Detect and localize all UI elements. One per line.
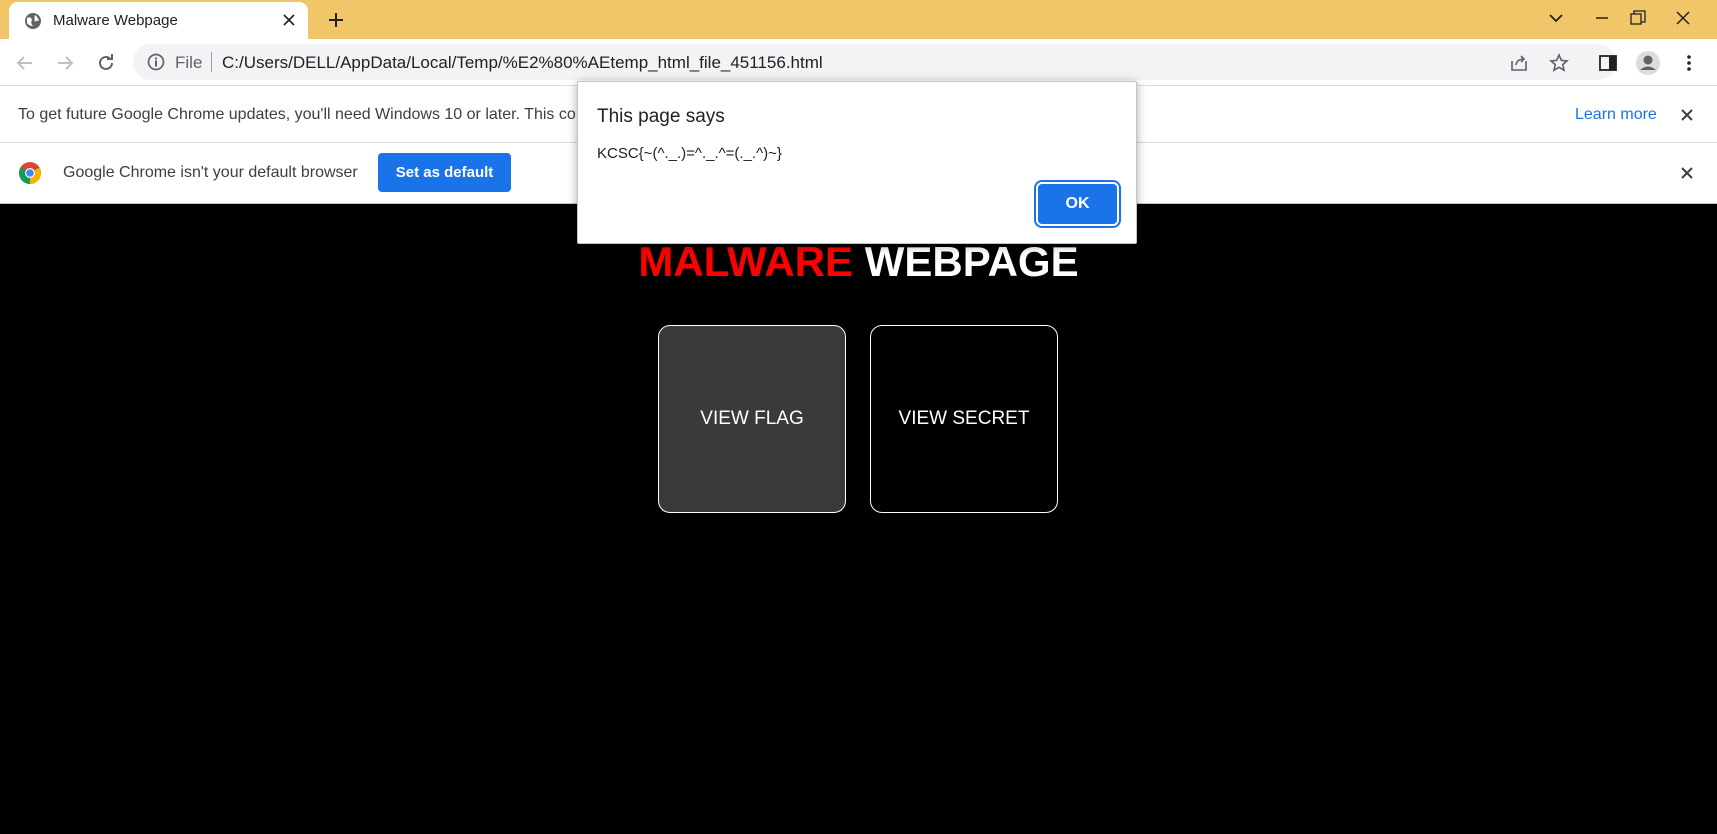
tab-title: Malware Webpage xyxy=(53,12,178,29)
forward-icon[interactable] xyxy=(51,49,79,77)
restore-icon[interactable] xyxy=(1615,0,1661,36)
update-message: To get future Google Chrome updates, you… xyxy=(18,106,576,123)
tab-malware-webpage[interactable]: Malware Webpage xyxy=(9,2,308,39)
view-secret-button[interactable]: VIEW SECRET xyxy=(870,325,1058,513)
title-red-word: MALWARE xyxy=(638,238,854,285)
tab-strip: Malware Webpage xyxy=(0,0,1717,39)
title-white-word: WEBPAGE xyxy=(864,238,1079,285)
star-icon[interactable] xyxy=(1545,49,1573,77)
set-as-default-button[interactable]: Set as default xyxy=(378,153,511,192)
dialog-message: KCSC{~(^._.)=^._.^=(._.^)~} xyxy=(597,145,782,162)
side-panel-icon[interactable] xyxy=(1594,49,1622,77)
back-icon[interactable] xyxy=(11,49,39,77)
chevron-down-icon[interactable] xyxy=(1533,0,1579,36)
browser-window: Malware Webpage File C:/Users/DELL/AppDa… xyxy=(0,0,1717,834)
url-text[interactable]: C:/Users/DELL/AppData/Local/Temp/%E2%80%… xyxy=(222,53,823,73)
share-icon[interactable] xyxy=(1505,49,1533,77)
ok-button[interactable]: OK xyxy=(1038,184,1117,224)
alert-dialog: This page says KCSC{~(^._.)=^._.^=(._.^)… xyxy=(577,81,1137,244)
scheme-label: File xyxy=(175,53,203,72)
info-icon[interactable] xyxy=(146,52,166,72)
close-window-icon[interactable] xyxy=(1660,0,1706,36)
close-icon[interactable] xyxy=(1676,162,1698,184)
page-title: MALWARE WEBPAGE xyxy=(0,238,1717,286)
plus-icon[interactable] xyxy=(323,7,349,33)
menu-icon[interactable] xyxy=(1675,49,1703,77)
chrome-logo-icon xyxy=(19,162,41,184)
learn-more-link[interactable]: Learn more xyxy=(1575,106,1657,124)
close-icon[interactable] xyxy=(1676,104,1698,126)
reload-icon[interactable] xyxy=(92,49,120,77)
globe-icon xyxy=(25,13,41,29)
profile-icon[interactable] xyxy=(1634,49,1662,77)
view-flag-button[interactable]: VIEW FLAG xyxy=(658,325,846,513)
separator xyxy=(211,52,212,72)
toolbar: File C:/Users/DELL/AppData/Local/Temp/%E… xyxy=(0,39,1717,86)
dialog-title: This page says xyxy=(597,106,725,127)
address-bar[interactable]: File C:/Users/DELL/AppData/Local/Temp/%E… xyxy=(133,44,1616,80)
close-icon[interactable] xyxy=(278,9,300,31)
default-browser-message: Google Chrome isn't your default browser xyxy=(63,164,358,181)
